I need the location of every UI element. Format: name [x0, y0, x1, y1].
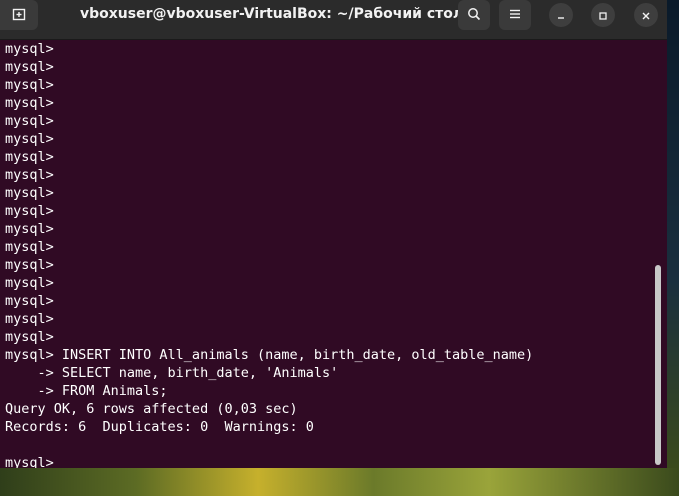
- close-icon: [641, 6, 651, 25]
- terminal-line: mysql>: [5, 203, 54, 219]
- terminal-line: mysql>: [5, 185, 54, 201]
- terminal-line: mysql>: [5, 149, 54, 165]
- window-title: vboxuser@vboxuser-VirtualBox: ~/Рабочий …: [80, 6, 464, 22]
- terminal-line: Records: 6 Duplicates: 0 Warnings: 0: [5, 419, 314, 435]
- terminal-line: mysql>: [5, 293, 54, 309]
- terminal-output[interactable]: mysql> mysql> mysql> mysql> mysql> mysql> mysq…: [5, 40, 653, 468]
- terminal-line: mysql>: [5, 275, 54, 291]
- menu-button[interactable]: [499, 0, 531, 30]
- new-tab-button[interactable]: [0, 0, 38, 30]
- scrollbar-thumb[interactable]: [655, 265, 661, 465]
- terminal-line: mysql>: [5, 113, 54, 129]
- terminal-window: vboxuser@vboxuser-VirtualBox: ~/Рабочий …: [0, 0, 667, 468]
- terminal-line: mysql>: [5, 455, 54, 468]
- close-button[interactable]: [634, 3, 658, 27]
- desktop-wallpaper-right: [667, 0, 679, 468]
- maximize-icon: [598, 6, 608, 25]
- terminal-line: mysql>: [5, 167, 54, 183]
- terminal-line: mysql>: [5, 95, 54, 111]
- terminal-line: mysql>: [5, 77, 54, 93]
- terminal-line: Query OK, 6 rows affected (0,03 sec): [5, 401, 298, 417]
- terminal-line: mysql> INSERT INTO All_animals (name, bi…: [5, 347, 534, 363]
- search-icon: [467, 6, 481, 25]
- terminal-line: mysql>: [5, 329, 54, 345]
- terminal-line: mysql>: [5, 41, 54, 57]
- minimize-icon: [556, 6, 566, 25]
- desktop-wallpaper-bottom: [0, 468, 679, 496]
- terminal-line: mysql>: [5, 311, 54, 327]
- terminal-line: mysql>: [5, 59, 54, 75]
- terminal-line: mysql>: [5, 239, 54, 255]
- search-button[interactable]: [458, 0, 490, 30]
- hamburger-menu-icon: [508, 6, 522, 25]
- terminal-line: -> SELECT name, birth_date, 'Animals': [5, 365, 339, 381]
- title-bar: vboxuser@vboxuser-VirtualBox: ~/Рабочий …: [0, 0, 667, 40]
- minimize-button[interactable]: [549, 3, 573, 27]
- terminal-line: -> FROM Animals;: [5, 383, 168, 399]
- new-tab-icon: [12, 6, 26, 25]
- terminal-line: mysql>: [5, 221, 54, 237]
- terminal-line: mysql>: [5, 131, 54, 147]
- terminal-line: mysql>: [5, 257, 54, 273]
- maximize-button[interactable]: [591, 3, 615, 27]
